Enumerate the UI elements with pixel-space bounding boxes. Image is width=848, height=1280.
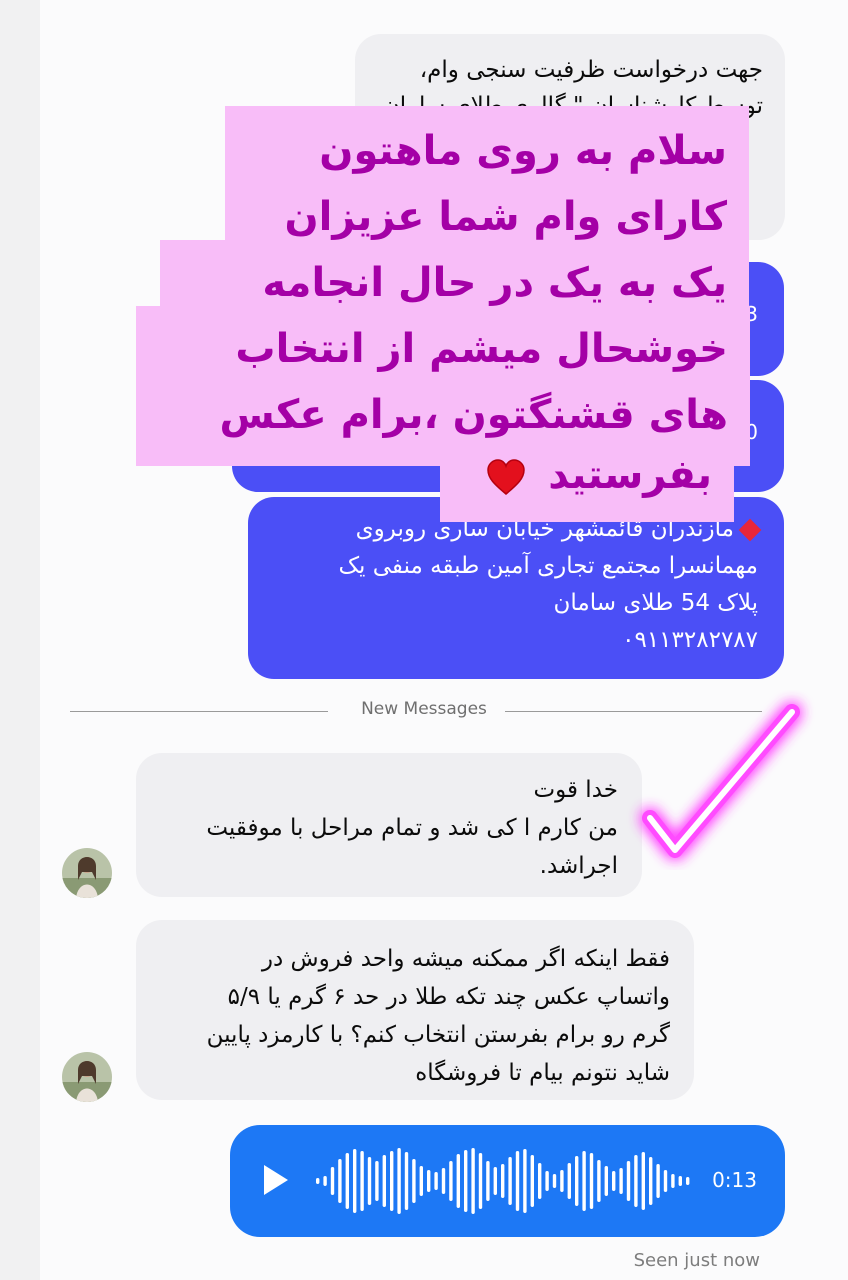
waveform-bar [449, 1161, 453, 1201]
waveform-bar [471, 1148, 475, 1214]
waveform-bar [575, 1156, 579, 1206]
waveform-bar [456, 1154, 460, 1208]
voice-message-in[interactable]: 0:13 [230, 1125, 785, 1237]
waveform-bar [538, 1163, 542, 1199]
waveform-bar [560, 1170, 564, 1192]
waveform-bar [382, 1155, 386, 1207]
waveform-bar [404, 1152, 409, 1210]
waveform-bar [441, 1168, 446, 1194]
waveform-bar [649, 1157, 653, 1205]
waveform-bar [464, 1150, 468, 1212]
message-text: خدا قوت من کارم ا کی شد و تمام مراحل با … [206, 777, 618, 879]
neon-checkmark-icon [642, 704, 800, 858]
overlay-line-2: کارای وام شما عزیزان [284, 194, 727, 240]
waveform-bar [671, 1174, 675, 1188]
waveform-bar [612, 1171, 616, 1191]
overlay-line-6: بفرستید [440, 442, 734, 508]
waveform-bar [390, 1151, 394, 1211]
waveform-bar [619, 1168, 623, 1194]
waveform-bar [663, 1170, 668, 1192]
waveform-bar [501, 1164, 505, 1198]
seen-status: Seen just now [633, 1250, 760, 1271]
waveform-bar [508, 1157, 512, 1205]
waveform-bar [552, 1174, 557, 1188]
red-diamond-icon [738, 518, 762, 541]
waveform-bar [360, 1151, 364, 1211]
phone-number: ۰۹۱۱۳۲۸۲۷۸۷ [622, 627, 758, 653]
avatar[interactable] [62, 848, 112, 898]
waveform-bar [486, 1161, 490, 1201]
waveform-bar [427, 1170, 431, 1192]
chat-thread: جهت درخواست ظرفیت سنجی وام، توسط کارشناس… [0, 0, 848, 1280]
address-text: مازندران قائمشهر خیابان ساری روبروی مهما… [338, 516, 758, 616]
waveform-bar [375, 1161, 379, 1201]
overlay-line-1: سلام به روی ماهتون [319, 128, 727, 174]
incoming-message-1[interactable]: خدا قوت من کارم ا کی شد و تمام مراحل با … [136, 753, 642, 897]
waveform-bar [338, 1159, 342, 1203]
waveform-bar [656, 1164, 660, 1198]
waveform-bar [545, 1171, 549, 1191]
avatar[interactable] [62, 1052, 112, 1102]
message-text: فقط اینکه اگر ممکنه میشه واحد فروش در وا… [206, 946, 670, 1086]
avatar-image [62, 848, 112, 898]
waveform-bar [412, 1159, 416, 1203]
voice-duration: 0:13 [712, 1168, 757, 1192]
waveform-bar [530, 1155, 534, 1207]
waveform-bar [330, 1167, 335, 1195]
overlay-line-5: های قشنگتون ،برام عکس [219, 392, 728, 438]
red-heart-icon [487, 459, 526, 495]
waveform-bar [582, 1151, 586, 1211]
waveform-bar [641, 1152, 645, 1210]
waveform-bar [397, 1148, 401, 1214]
waveform-bar [567, 1163, 571, 1199]
waveform-bar [323, 1176, 327, 1186]
overlay-line-3: یک به یک در حال انجامه [262, 260, 727, 306]
waveform-bar [626, 1161, 631, 1201]
waveform-bar [353, 1149, 357, 1213]
waveform-bar [678, 1176, 682, 1186]
address-text-block: مازندران قائمشهر خیابان ساری روبروی مهما… [274, 511, 762, 622]
waveform-bar [316, 1178, 320, 1184]
play-icon[interactable] [264, 1165, 288, 1195]
waveform-bar [589, 1153, 594, 1209]
left-edge [0, 0, 40, 1280]
waveform-bar [597, 1160, 601, 1202]
waveform-bar [686, 1177, 690, 1185]
address-message[interactable]: مازندران قائمشهر خیابان ساری روبروی مهما… [248, 497, 784, 679]
waveform-bar [634, 1155, 638, 1207]
waveform-bar [515, 1151, 520, 1211]
incoming-message-2[interactable]: فقط اینکه اگر ممکنه میشه واحد فروش در وا… [136, 920, 694, 1100]
waveform-bar [345, 1153, 349, 1209]
waveform-bar [478, 1153, 483, 1209]
waveform-bar [419, 1166, 423, 1196]
overlay-line-4: خوشحال میشم از انتخاب [235, 326, 728, 372]
waveform-bar [434, 1172, 438, 1190]
waveform-icon [316, 1148, 690, 1214]
waveform-bar [367, 1157, 372, 1205]
waveform-bar [523, 1149, 527, 1213]
waveform-bar [604, 1166, 608, 1196]
waveform-bar [493, 1167, 497, 1195]
avatar-image [62, 1052, 112, 1102]
